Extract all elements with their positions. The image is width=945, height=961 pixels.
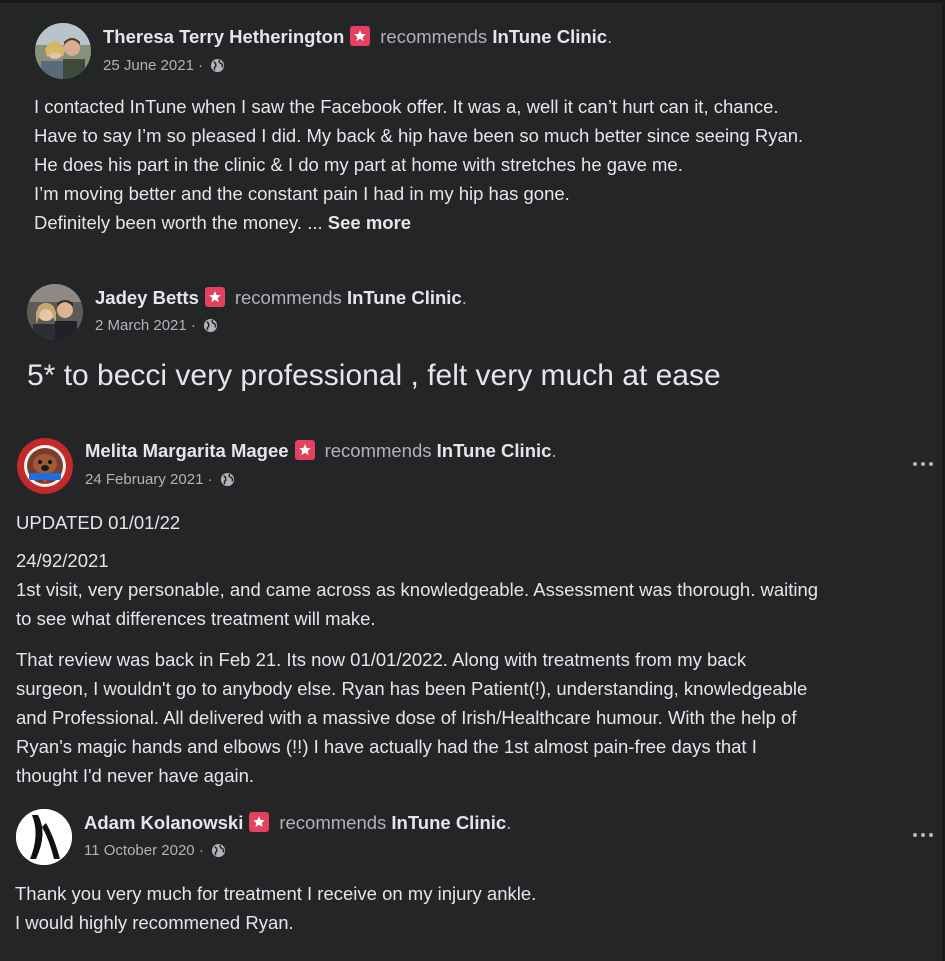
review-line: surgeon, I wouldn't go to anybody else. … bbox=[16, 678, 808, 699]
review-date[interactable]: 24 February 2021 bbox=[85, 471, 203, 488]
review-line: Definitely been worth the money. ... See… bbox=[34, 208, 803, 237]
review-line: thought I'd never have again. bbox=[16, 765, 255, 786]
avatar[interactable] bbox=[17, 438, 73, 494]
more-horizontal-icon bbox=[913, 833, 917, 837]
review-date[interactable]: 11 October 2020 bbox=[84, 842, 195, 859]
review-body: 24/92/2021 1st visit, very personable, a… bbox=[16, 546, 818, 633]
review-header: Jadey Betts recommends InTune Clinic. bbox=[95, 285, 467, 311]
review-paragraph: UPDATED 01/01/22 bbox=[16, 512, 181, 533]
review-body: I contacted InTune when I saw the Facebo… bbox=[34, 92, 803, 237]
author-name[interactable]: Jadey Betts bbox=[95, 287, 199, 308]
meta-separator: · bbox=[207, 471, 213, 488]
meta-separator: · bbox=[198, 57, 204, 74]
page-link[interactable]: InTune Clinic bbox=[347, 287, 462, 308]
avatar[interactable] bbox=[16, 809, 72, 865]
review-line: 24/92/2021 bbox=[16, 550, 109, 571]
globe-icon bbox=[220, 472, 234, 487]
review-header: Theresa Terry Hetherington recommends InT… bbox=[103, 24, 612, 50]
page-link[interactable]: InTune Clinic bbox=[437, 440, 552, 461]
review-line: I’m moving better and the constant pain … bbox=[34, 183, 570, 204]
page-link[interactable]: InTune Clinic bbox=[492, 26, 607, 47]
review-line: I contacted InTune when I saw the Facebo… bbox=[34, 96, 779, 117]
review-line: I would highly recommened Ryan. bbox=[15, 912, 294, 933]
review-last-line: Definitely been worth the money. ... bbox=[34, 212, 323, 233]
recommends-label: recommends bbox=[279, 812, 387, 833]
review-line: Thank you very much for treatment I rece… bbox=[15, 883, 537, 904]
review-header: Melita Margarita Magee recommends InTune … bbox=[85, 438, 557, 464]
more-options-button[interactable] bbox=[909, 455, 939, 473]
recommend-badge-icon bbox=[294, 440, 315, 460]
review-meta: 11 October 2020 · bbox=[84, 841, 226, 861]
globe-icon bbox=[204, 318, 218, 333]
more-horizontal-icon bbox=[929, 833, 933, 837]
review-line: and Professional. All delivered with a m… bbox=[16, 707, 797, 728]
meta-separator: · bbox=[198, 842, 204, 859]
globe-icon bbox=[211, 58, 225, 73]
recommends-label: recommends bbox=[380, 26, 488, 47]
header-period: . bbox=[506, 812, 512, 833]
more-horizontal-icon bbox=[929, 462, 933, 466]
review-body: That review was back in Feb 21. Its now … bbox=[16, 645, 807, 790]
author-name[interactable]: Melita Margarita Magee bbox=[85, 440, 289, 461]
review-line: That review was back in Feb 21. Its now … bbox=[16, 649, 747, 670]
recommend-badge-icon bbox=[350, 26, 371, 46]
globe-icon bbox=[211, 843, 226, 858]
meta-separator: · bbox=[190, 317, 196, 334]
review-line: He does his part in the clinic & I do my… bbox=[34, 154, 683, 175]
avatar[interactable] bbox=[27, 284, 83, 340]
more-horizontal-icon bbox=[913, 462, 917, 466]
review-meta: 2 March 2021 · bbox=[95, 316, 218, 336]
review-date[interactable]: 25 June 2021 bbox=[103, 57, 194, 74]
review-body-large: 5* to becci very professional , felt ver… bbox=[27, 359, 721, 392]
author-name[interactable]: Adam Kolanowski bbox=[84, 812, 243, 833]
more-horizontal-icon bbox=[921, 833, 925, 837]
recommends-label: recommends bbox=[324, 440, 432, 461]
recommend-badge-icon bbox=[204, 287, 225, 307]
header-period: . bbox=[607, 26, 613, 47]
review-body: UPDATED 01/01/22 bbox=[16, 508, 180, 537]
review-line: 1st visit, very personable, and came acr… bbox=[16, 579, 819, 600]
avatar[interactable] bbox=[35, 23, 91, 79]
recommend-badge-icon bbox=[249, 812, 270, 832]
review-meta: 25 June 2021 · bbox=[103, 56, 225, 76]
recommends-label: recommends bbox=[234, 287, 342, 308]
author-name[interactable]: Theresa Terry Hetherington bbox=[103, 26, 344, 47]
review-body: Thank you very much for treatment I rece… bbox=[15, 879, 536, 937]
review-line: Ryan's magic hands and elbows (!!) I hav… bbox=[16, 736, 757, 757]
review-date[interactable]: 2 March 2021 bbox=[95, 317, 187, 334]
review-line: to see what differences treatment will m… bbox=[16, 608, 376, 629]
header-period: . bbox=[551, 440, 557, 461]
header-period: . bbox=[461, 287, 467, 308]
more-horizontal-icon bbox=[921, 462, 925, 466]
review-line: Have to say I’m so pleased I did. My bac… bbox=[34, 125, 804, 146]
review-header: Adam Kolanowski recommends InTune Clinic. bbox=[84, 810, 511, 836]
more-options-button[interactable] bbox=[909, 826, 939, 844]
page-link[interactable]: InTune Clinic bbox=[391, 812, 506, 833]
see-more-link[interactable]: See more bbox=[328, 212, 411, 233]
review-meta: 24 February 2021 · bbox=[85, 470, 235, 490]
